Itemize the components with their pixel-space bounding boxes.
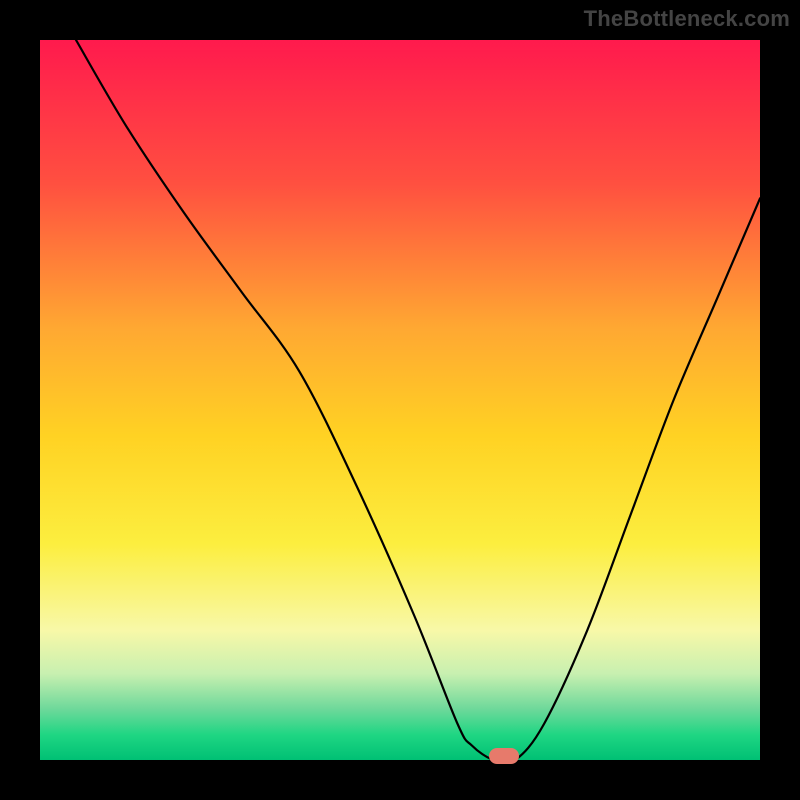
watermark-text: TheBottleneck.com xyxy=(584,6,790,32)
chart-frame: TheBottleneck.com xyxy=(0,0,800,800)
chart-svg xyxy=(40,40,760,760)
plot-area xyxy=(40,40,760,760)
optimal-marker xyxy=(489,748,519,764)
chart-background xyxy=(40,40,760,760)
